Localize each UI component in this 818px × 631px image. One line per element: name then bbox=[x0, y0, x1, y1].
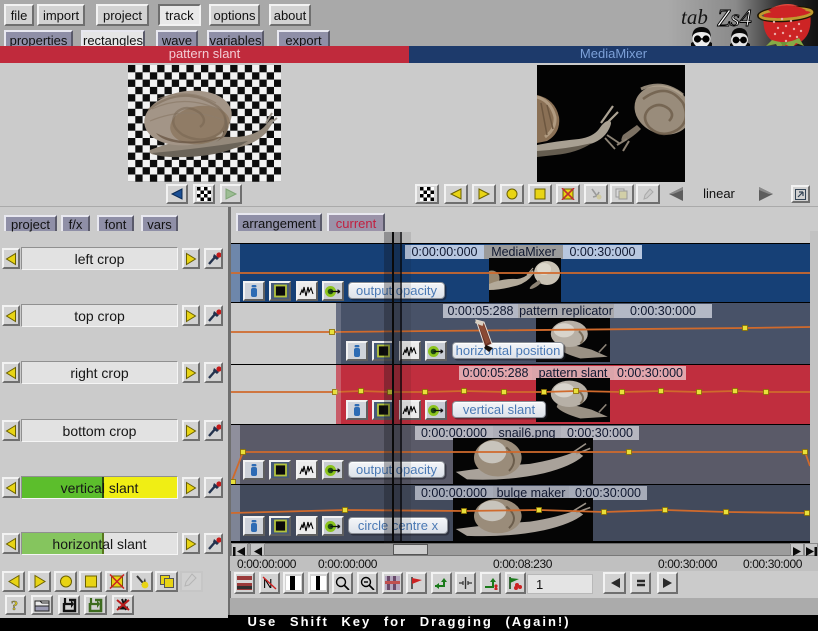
svg-text:?: ? bbox=[11, 599, 18, 613]
svg-text:tab: tab bbox=[681, 5, 708, 29]
svg-text:Zs4: Zs4 bbox=[717, 6, 752, 32]
